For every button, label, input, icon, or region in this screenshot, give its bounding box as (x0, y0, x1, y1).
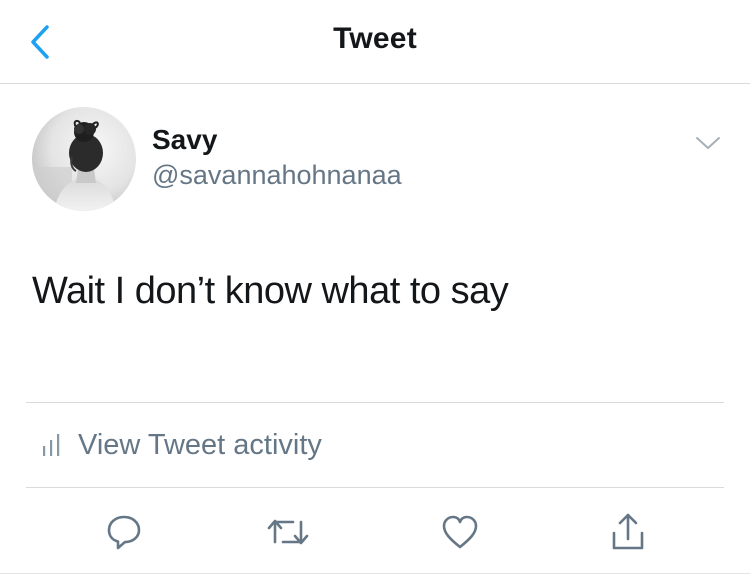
retweet-button[interactable] (264, 510, 312, 554)
avatar-image (32, 107, 136, 211)
page-title: Tweet (333, 22, 417, 55)
retweet-icon (267, 519, 309, 545)
tweet-action-bar (0, 496, 750, 568)
bar-chart-icon (38, 431, 66, 459)
author-display-name[interactable]: Savy (152, 124, 217, 156)
bottom-divider (0, 573, 750, 574)
share-button[interactable] (604, 510, 652, 554)
view-tweet-activity-label: View Tweet activity (78, 428, 322, 461)
like-button[interactable] (436, 510, 484, 554)
heart-icon (442, 515, 478, 549)
more-options-button[interactable] (690, 128, 726, 158)
reply-button[interactable] (100, 510, 148, 554)
chevron-down-icon (696, 137, 720, 149)
reply-icon (107, 515, 141, 550)
share-icon (612, 513, 644, 550)
author-handle[interactable]: @savannahohnanaa (152, 160, 402, 191)
tweet-text: Wait I don’t know what to say (32, 270, 509, 312)
avatar[interactable] (32, 107, 136, 211)
nav-bar: Tweet (0, 0, 750, 84)
view-tweet-activity-link[interactable]: View Tweet activity (26, 404, 724, 486)
divider (26, 487, 724, 488)
divider (26, 402, 724, 403)
